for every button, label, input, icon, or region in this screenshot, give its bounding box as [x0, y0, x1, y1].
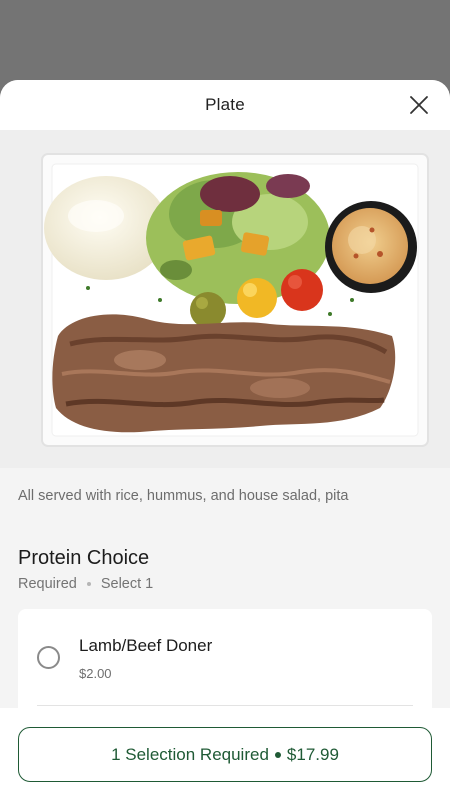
cta-separator-dot — [274, 751, 281, 758]
item-detail-sheet: Plate All served with rice, hummus, and … — [0, 80, 450, 800]
item-photo — [0, 130, 450, 468]
modifier-group-title: Protein Choice — [18, 547, 150, 569]
separator-dot — [86, 582, 91, 586]
radio-unchecked-icon[interactable] — [37, 646, 60, 669]
cta-price: $17.99 — [286, 744, 339, 764]
required-label: Required — [18, 576, 77, 592]
option-name: Lamb/Beef Doner — [79, 636, 213, 655]
sheet-title: Plate — [205, 95, 245, 114]
sheet-footer: 1 Selection Required $17.99 — [0, 708, 450, 800]
modifier-group-requirements: Required Select 1 — [18, 576, 153, 592]
option-divider — [37, 705, 413, 706]
select-count-label: Select 1 — [100, 576, 154, 592]
cta-status: 1 Selection Required — [111, 744, 269, 764]
sheet-header: Plate — [0, 80, 450, 130]
close-icon[interactable] — [408, 94, 430, 116]
option-lamb-beef-doner[interactable]: Lamb/Beef Doner $2.00 — [18, 609, 432, 705]
add-to-cart-button[interactable]: 1 Selection Required $17.99 — [18, 727, 432, 782]
plate-illustration — [0, 130, 450, 468]
item-description: All served with rice, hummus, and house … — [18, 488, 349, 504]
option-price: $2.00 — [79, 666, 112, 681]
